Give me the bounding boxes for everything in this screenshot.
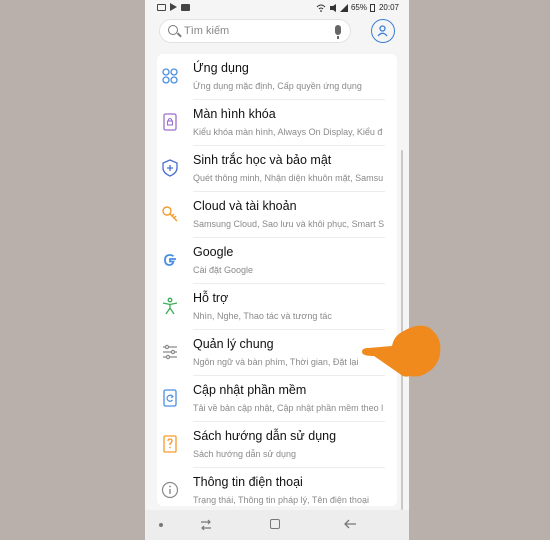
account-icon [377, 25, 388, 37]
play-icon [170, 3, 177, 11]
accessibility-icon [162, 297, 178, 315]
clock: 20:07 [378, 3, 399, 12]
back-icon[interactable] [343, 518, 357, 530]
item-title: Cập nhật phần mềm [193, 383, 307, 397]
item-subtitle: Cài đặt Google [193, 265, 254, 275]
search-bar[interactable]: Tìm kiếm [159, 19, 351, 43]
item-title: Cloud và tài khoản [193, 199, 297, 213]
item-title: Quản lý chung [193, 337, 274, 351]
signal-icon [339, 3, 348, 12]
item-subtitle: Tải về bản cập nhật, Cập nhật phần mềm t… [193, 403, 384, 413]
apps-icon [162, 68, 178, 84]
phone-screen: 65% 20:07 Tìm kiếm Ứng dụng Ứng dụng mặc… [145, 0, 409, 540]
account-button[interactable] [371, 19, 395, 43]
youtube-icon [181, 3, 190, 11]
item-title: Ứng dụng [193, 61, 249, 75]
settings-item-apps[interactable]: Ứng dụng Ứng dụng mặc định, Cấp quyền ứn… [157, 54, 397, 100]
battery-icon [369, 3, 375, 12]
item-subtitle: Ứng dụng mặc định, Cấp quyền ứng dụng [193, 81, 362, 91]
navigation-bar [145, 510, 409, 540]
item-title: Màn hình khóa [193, 107, 276, 121]
settings-item-software-update[interactable]: Cập nhật phần mềm Tải về bản cập nhật, C… [157, 376, 397, 422]
battery-label: 65% [350, 3, 367, 12]
status-left-icons [157, 3, 190, 11]
mic-icon[interactable] [335, 25, 341, 39]
lock-screen-icon [163, 113, 177, 131]
info-icon [161, 481, 179, 499]
item-subtitle: Kiểu khóa màn hình, Always On Display, K… [193, 127, 383, 137]
item-title: Sinh trắc học và bảo mật [193, 153, 332, 167]
search-input[interactable]: Tìm kiếm [184, 25, 229, 37]
settings-item-user-manual[interactable]: Sách hướng dẫn sử dụng Sách hướng dẫn sử… [157, 422, 397, 468]
key-icon [162, 206, 178, 222]
settings-list: Ứng dụng Ứng dụng mặc định, Cấp quyền ứn… [157, 54, 397, 506]
status-bar: 65% 20:07 [145, 0, 409, 16]
item-title: Google [193, 245, 234, 259]
item-subtitle: Samsung Cloud, Sao lưu và khôi phục, Sma… [193, 219, 385, 229]
sliders-icon [163, 344, 177, 360]
shield-icon [162, 159, 178, 177]
settings-item-security[interactable]: Sinh trắc học và bảo mật Quét thông minh… [157, 146, 397, 192]
manual-icon [163, 435, 177, 453]
dot-icon[interactable] [159, 523, 163, 527]
settings-item-cloud-accounts[interactable]: Cloud và tài khoản Samsung Cloud, Sao lư… [157, 192, 397, 238]
home-icon[interactable] [270, 519, 280, 529]
google-icon [164, 254, 176, 266]
silent-icon [329, 3, 336, 12]
status-right: 65% 20:07 [316, 3, 399, 12]
settings-item-lock-screen[interactable]: Màn hình khóa Kiểu khóa màn hình, Always… [157, 100, 397, 146]
item-subtitle: Quét thông minh, Nhận diện khuôn mặt, Sa… [193, 173, 384, 183]
item-subtitle: Sách hướng dẫn sử dụng [193, 449, 297, 459]
pointing-hand-icon [362, 325, 441, 377]
search-icon [168, 25, 178, 35]
item-title: Sách hướng dẫn sử dụng [193, 429, 337, 443]
software-update-icon [163, 389, 177, 407]
image-icon [157, 3, 166, 11]
item-title: Hỗ trợ [193, 291, 229, 305]
recent-apps-icon[interactable] [199, 519, 213, 531]
settings-item-about-phone[interactable]: Thông tin điện thoại Trạng thái, Thông t… [157, 468, 397, 506]
item-subtitle: Trạng thái, Thông tin pháp lý, Tên điện … [193, 495, 369, 505]
item-subtitle: Nhìn, Nghe, Thao tác và tương tác [193, 311, 332, 321]
settings-item-google[interactable]: Google Cài đặt Google [157, 238, 397, 284]
item-title: Thông tin điện thoại [193, 475, 303, 489]
wifi-icon [316, 4, 326, 12]
